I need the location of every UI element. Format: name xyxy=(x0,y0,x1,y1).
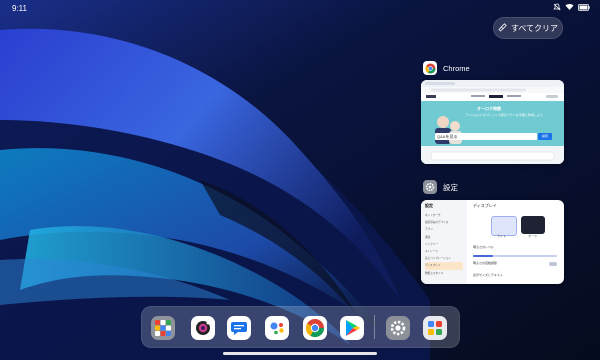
app-folder-icon[interactable] xyxy=(423,316,447,340)
recent-app-header-settings[interactable]: 設定 xyxy=(423,180,458,194)
notification-muted-icon xyxy=(553,3,561,11)
preview-hero-text: アンドロイドタブレットで旅のプランを手軽に作成しよう xyxy=(465,113,543,117)
recent-app-header-chrome[interactable]: Chrome xyxy=(423,61,470,75)
settings-icon xyxy=(423,180,437,194)
broom-icon xyxy=(498,22,507,34)
chrome-preview xyxy=(421,80,564,164)
preview-light-label: ライト xyxy=(497,234,507,238)
recent-app-name: 設定 xyxy=(443,182,458,192)
preview-brightness-label: 明るさのレベル xyxy=(473,245,495,249)
preview-dark-theme xyxy=(521,216,545,234)
settings-dock-icon[interactable] xyxy=(386,316,410,340)
preview-light-theme xyxy=(491,216,517,236)
battery-icon xyxy=(578,3,590,11)
preview-font-label: 表示サイズとテキスト xyxy=(473,273,503,277)
dock-separator xyxy=(374,315,375,339)
preview-hero-title: オーロラ物語 xyxy=(477,106,501,111)
preview-adaptive-toggle xyxy=(549,262,557,266)
preview-dark-label: ダーク xyxy=(528,234,538,238)
app-drawer-icon[interactable] xyxy=(151,316,175,340)
clear-all-label: すべてクリア xyxy=(510,23,559,33)
status-bar: 9:11 xyxy=(0,0,600,18)
preview-search-button: 検索 xyxy=(538,133,552,140)
preview-search-field: Q&Aを見る xyxy=(435,133,537,140)
preview-sidebar-title: 設定 xyxy=(425,203,433,208)
camera-icon[interactable] xyxy=(191,316,215,340)
recent-card-chrome[interactable]: オーロラ物語 アンドロイドタブレットで旅のプランを手軽に作成しよう Q&Aを見る… xyxy=(421,80,564,164)
assistant-icon[interactable] xyxy=(265,316,289,340)
preview-panel-title: ディスプレイ xyxy=(473,203,497,208)
preview-menu: ネットワーク 接続済みのデバイス アプリ 通知 バッテリー ストレージ 音とバイ… xyxy=(425,212,463,277)
recent-app-name: Chrome xyxy=(443,63,470,73)
play-store-icon[interactable] xyxy=(340,316,364,340)
chrome-dock-icon[interactable] xyxy=(303,316,327,340)
clear-all-button[interactable]: すべてクリア xyxy=(493,17,563,39)
preview-brightness-slider xyxy=(473,255,557,257)
messages-icon[interactable] xyxy=(227,316,251,340)
preview-adaptive-label: 明るさの自動調節 xyxy=(473,261,498,265)
chrome-icon xyxy=(423,61,437,75)
wifi-icon xyxy=(565,3,574,11)
clock: 9:11 xyxy=(12,4,27,13)
dock xyxy=(141,306,460,348)
recent-card-settings[interactable]: 設定 ネットワーク 接続済みのデバイス アプリ 通知 バッテリー ストレージ 音… xyxy=(421,200,564,284)
home-gesture-bar[interactable] xyxy=(223,352,377,355)
